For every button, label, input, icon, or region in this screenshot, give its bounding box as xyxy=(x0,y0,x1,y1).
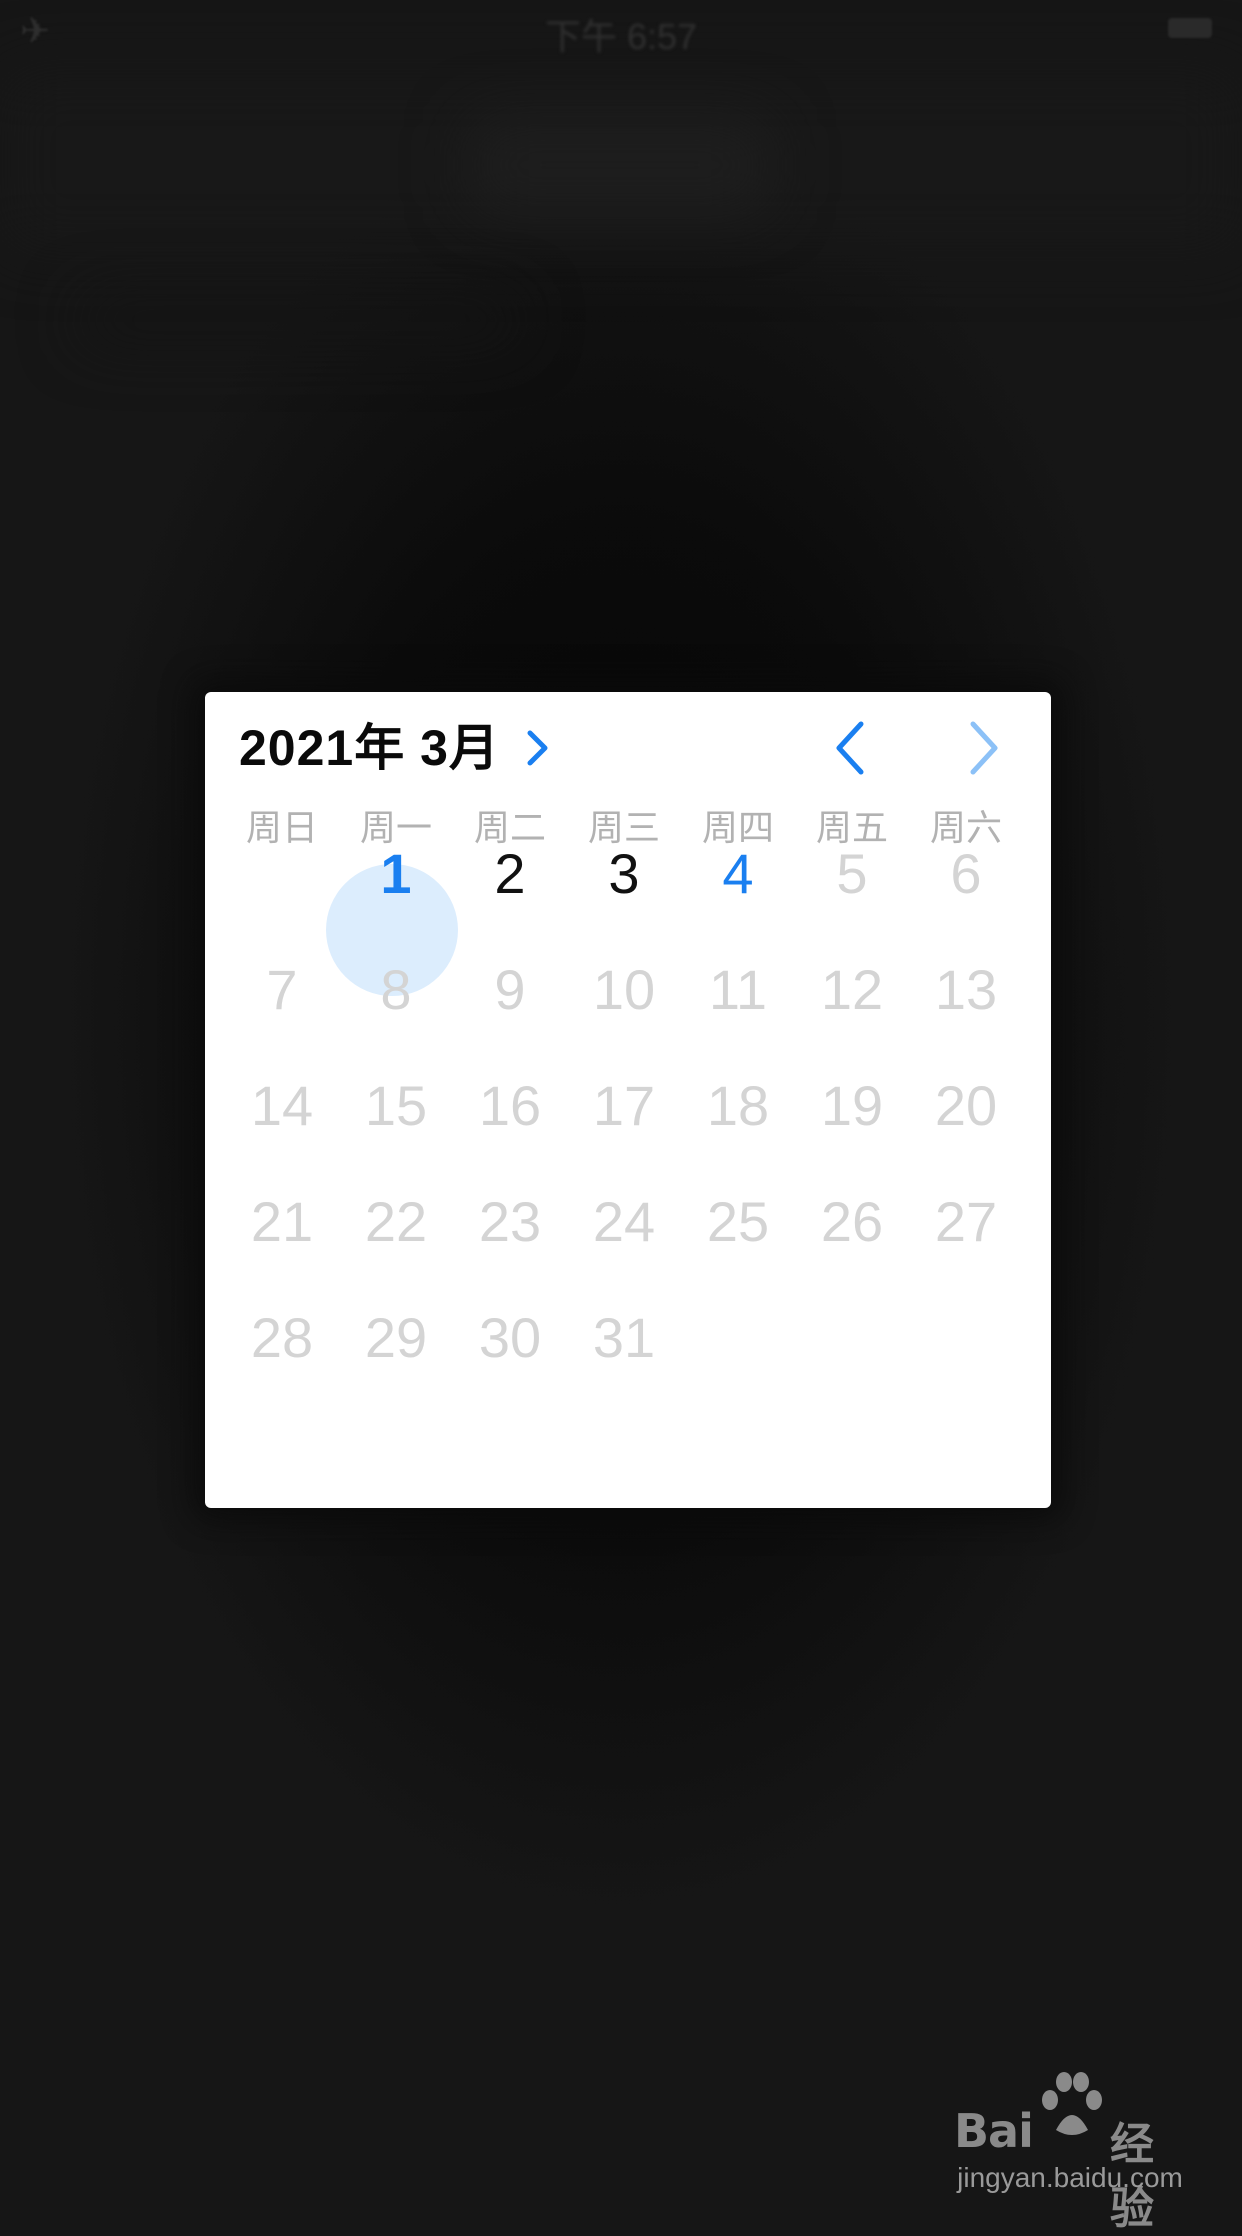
day-26[interactable]: 26 xyxy=(795,1164,909,1280)
month-title: 2021年 3月 xyxy=(239,720,500,776)
day-19[interactable]: 19 xyxy=(795,1048,909,1164)
day-17[interactable]: 17 xyxy=(567,1048,681,1164)
watermark-brand: Bai xyxy=(954,2104,1034,2158)
battery-icon xyxy=(1168,18,1212,38)
day-6[interactable]: 6 xyxy=(909,816,1023,932)
chevron-right-icon xyxy=(527,730,548,766)
day-4[interactable]: 4 xyxy=(681,816,795,932)
day-18[interactable]: 18 xyxy=(681,1048,795,1164)
day-27[interactable]: 27 xyxy=(909,1164,1023,1280)
weekday-label: 周日 xyxy=(245,807,318,848)
day-14[interactable]: 14 xyxy=(225,1048,339,1164)
day-31[interactable]: 31 xyxy=(567,1280,681,1396)
status-time: 下午 6:57 xyxy=(544,16,698,57)
day-28[interactable]: 28 xyxy=(225,1280,339,1396)
day-8[interactable]: 8 xyxy=(339,932,453,1048)
day-2[interactable]: 2 xyxy=(453,816,567,932)
next-month-button[interactable] xyxy=(957,716,1011,780)
day-9[interactable]: 9 xyxy=(453,932,567,1048)
day-24[interactable]: 24 xyxy=(567,1164,681,1280)
day-30[interactable]: 30 xyxy=(453,1280,567,1396)
day-29[interactable]: 29 xyxy=(339,1280,453,1396)
day-12[interactable]: 12 xyxy=(795,932,909,1048)
day-16[interactable]: 16 xyxy=(453,1048,567,1164)
day-20[interactable]: 20 xyxy=(909,1048,1023,1164)
watermark-url: jingyan.baidu.com xyxy=(957,2162,1183,2193)
day-10[interactable]: 10 xyxy=(567,932,681,1048)
previous-month-button[interactable] xyxy=(823,716,877,780)
day-1[interactable]: 1 xyxy=(339,816,453,932)
calendar-popup: 2021年 3月 周日 周一 周二 周三 周四 周五 周六 1 2 3 4 5 6 7 8 9 10 11 12 1… xyxy=(205,692,1051,1508)
status-bar: ✈ 下午 6:57 xyxy=(0,0,1242,60)
day-25[interactable]: 25 xyxy=(681,1164,795,1280)
baidu-jingyan-watermark: Bai 经验 jingyan.baidu.com xyxy=(950,2068,1190,2233)
background-row xyxy=(80,300,520,340)
day-3[interactable]: 3 xyxy=(567,816,681,932)
day-11[interactable]: 11 xyxy=(681,932,795,1048)
background-title xyxy=(470,120,770,210)
day-15[interactable]: 15 xyxy=(339,1048,453,1164)
paw-logo-icon xyxy=(1042,2072,1102,2135)
day-22[interactable]: 22 xyxy=(339,1164,453,1280)
day-23[interactable]: 23 xyxy=(453,1164,567,1280)
day-7[interactable]: 7 xyxy=(225,932,339,1048)
day-13[interactable]: 13 xyxy=(909,932,1023,1048)
month-picker-button[interactable]: 2021年 3月 xyxy=(239,716,552,780)
day-21[interactable]: 21 xyxy=(225,1164,339,1280)
day-5[interactable]: 5 xyxy=(795,816,909,932)
